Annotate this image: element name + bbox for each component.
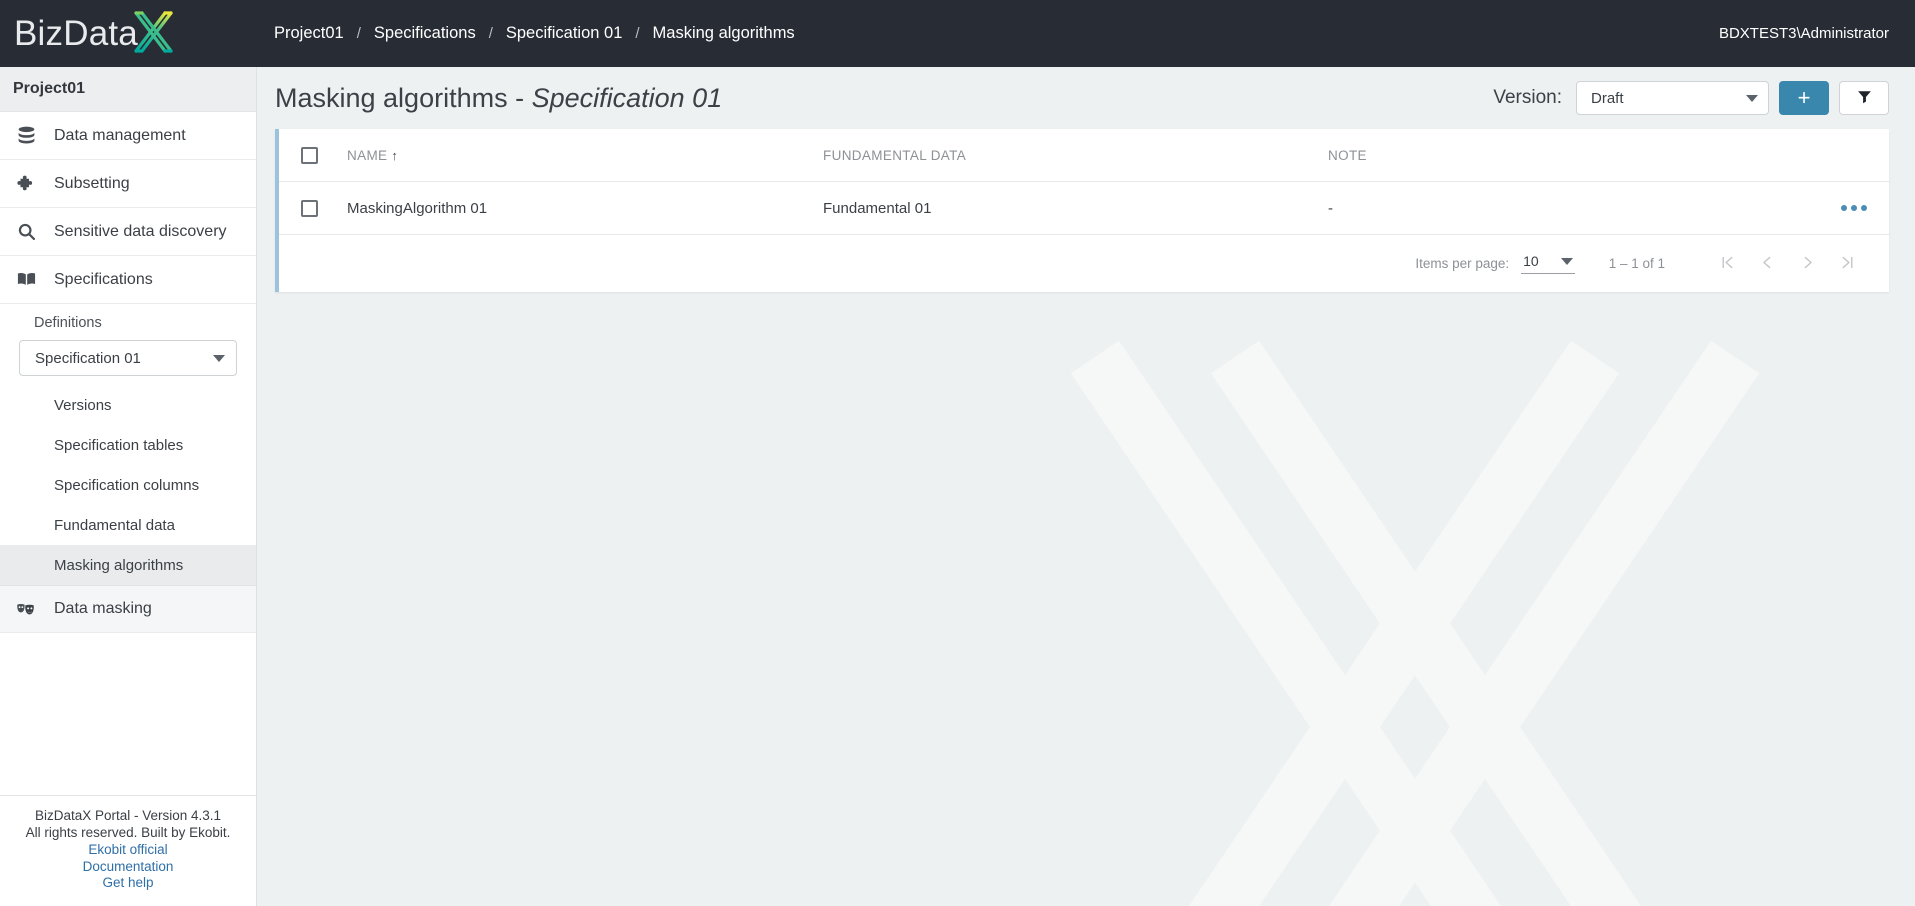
book-icon [14,268,38,292]
sidebar-subitem-masking-algorithms[interactable]: Masking algorithms [0,545,256,585]
row-checkbox[interactable] [301,199,318,217]
sidebar-item-label: Data management [54,126,186,144]
definitions-label: Definitions [34,315,102,331]
app-logo[interactable]: BizData [0,0,257,67]
previous-page-button[interactable] [1747,244,1787,284]
sidebar-item-label: Subsetting [54,174,130,192]
column-header-fundamental-data[interactable]: FUNDAMENTAL DATA [823,148,1328,163]
breadcrumb-item-specifications[interactable]: Specifications [374,24,476,43]
column-header-note[interactable]: NOTE [1328,148,1807,163]
sidebar-subitem-label: Versions [54,396,112,414]
version-select-value: Draft [1591,89,1624,107]
background-watermark-icon [1070,340,1760,906]
sidebar-project-header: Project01 [0,67,256,112]
page-header-actions: Version: Draft + [1493,81,1889,115]
footer-link-documentation[interactable]: Documentation [0,859,256,876]
page-header: Masking algorithms - Specification 01 Ve… [257,67,1915,129]
sort-ascending-icon: ↑ [391,147,399,163]
database-icon [14,124,38,148]
table-row[interactable]: MaskingAlgorithm 01 Fundamental 01 - [279,182,1889,235]
footer-version: BizDataX Portal - Version 4.3.1 [34,808,222,824]
sidebar-item-data-masking[interactable]: Data masking [0,585,256,633]
sidebar-item-label: Sensitive data discovery [54,222,227,240]
previous-page-icon [1759,254,1776,274]
items-per-page-value: 10 [1523,253,1539,269]
last-page-button[interactable] [1827,244,1867,284]
filter-icon [1856,88,1873,108]
page-range-label: 1 – 1 of 1 [1608,256,1665,271]
version-label: Version: [1493,87,1562,108]
cell-name: MaskingAlgorithm 01 [347,199,488,217]
column-header-name[interactable]: NAME ↑ [318,148,823,163]
main-content: Masking algorithms - Specification 01 Ve… [257,67,1915,906]
chevron-down-icon [1560,257,1573,265]
column-header-name-label: NAME [347,147,388,163]
masking-algorithms-table-card: NAME ↑ FUNDAMENTAL DATA NOTE MaskingAlgor… [275,129,1889,292]
row-actions [1807,205,1867,211]
first-page-button[interactable] [1707,244,1747,284]
chevron-down-icon [1746,94,1758,102]
sidebar-item-specifications[interactable]: Specifications [0,256,256,304]
sidebar-footer: BizDataX Portal - Version 4.3.1 All righ… [0,795,256,906]
footer-rights: All rights reserved. Built by Ekobit. [25,825,231,841]
cell-note: - [1328,199,1333,217]
page-title-italic: Specification 01 [531,82,723,113]
chevron-down-icon [213,354,225,362]
breadcrumb-item-project[interactable]: Project01 [274,24,344,43]
page-title-main: Masking algorithms - [275,82,532,113]
filter-button[interactable] [1839,81,1889,115]
breadcrumb-item-masking-algorithms[interactable]: Masking algorithms [653,24,795,43]
sidebar-subitem-label: Specification columns [54,476,200,494]
items-per-page-select[interactable]: 10 [1521,253,1575,274]
first-page-icon [1719,254,1736,274]
cell-fundamental-data: Fundamental 01 [823,199,932,217]
footer-link-get-help[interactable]: Get help [0,875,256,892]
sidebar-definitions-section: Definitions Specification 01 Versions Sp… [0,304,256,585]
sidebar-subitem-versions[interactable]: Versions [0,385,256,425]
search-icon [14,220,38,244]
sidebar-item-sensitive-data-discovery[interactable]: Sensitive data discovery [0,208,256,256]
sidebar-subitem-specification-tables[interactable]: Specification tables [0,425,256,465]
puzzle-piece-icon [14,172,38,196]
breadcrumb: Project01 / Specifications / Specificati… [274,24,795,43]
current-user-label[interactable]: BDXTEST3\Administrator [1719,25,1889,42]
version-select[interactable]: Draft [1576,81,1769,115]
sidebar-subitem-specification-columns[interactable]: Specification columns [0,465,256,505]
breadcrumb-separator: / [635,25,640,42]
logo-text: BizData [14,13,138,53]
table-header-row: NAME ↑ FUNDAMENTAL DATA NOTE [279,129,1889,182]
top-bar: BizData Project01 / Specifications / Spe… [0,0,1915,67]
add-button[interactable]: + [1779,81,1829,115]
sidebar-item-label: Specifications [54,270,153,288]
breadcrumb-separator: / [488,25,493,42]
page-title: Masking algorithms - Specification 01 [275,83,722,114]
breadcrumb-separator: / [356,25,361,42]
sidebar-subitem-fundamental-data[interactable]: Fundamental data [0,505,256,545]
next-page-button[interactable] [1787,244,1827,284]
x-logo-icon [129,7,175,60]
sidebar-item-label: Data masking [54,600,152,617]
sidebar-subitem-label: Fundamental data [54,516,175,534]
items-per-page-label: Items per page: [1415,256,1510,271]
last-page-icon [1839,254,1856,274]
theater-masks-icon [14,597,38,621]
sidebar: Project01 Data management Subsetting Sen… [0,67,257,906]
sidebar-subitem-label: Specification tables [54,436,184,454]
sidebar-item-data-management[interactable]: Data management [0,112,256,160]
specification-select[interactable]: Specification 01 [19,340,237,376]
footer-link-ekobit-official[interactable]: Ekobit official [0,842,256,859]
specification-select-value: Specification 01 [35,349,141,367]
table-paginator: Items per page: 10 1 – 1 of 1 [279,235,1889,292]
sidebar-subitem-label: Masking algorithms [54,556,184,574]
sidebar-item-subsetting[interactable]: Subsetting [0,160,256,208]
row-more-options-icon[interactable] [1841,205,1867,211]
select-all-checkbox[interactable] [301,146,318,164]
next-page-icon [1799,254,1816,274]
breadcrumb-item-specification-01[interactable]: Specification 01 [506,24,623,43]
